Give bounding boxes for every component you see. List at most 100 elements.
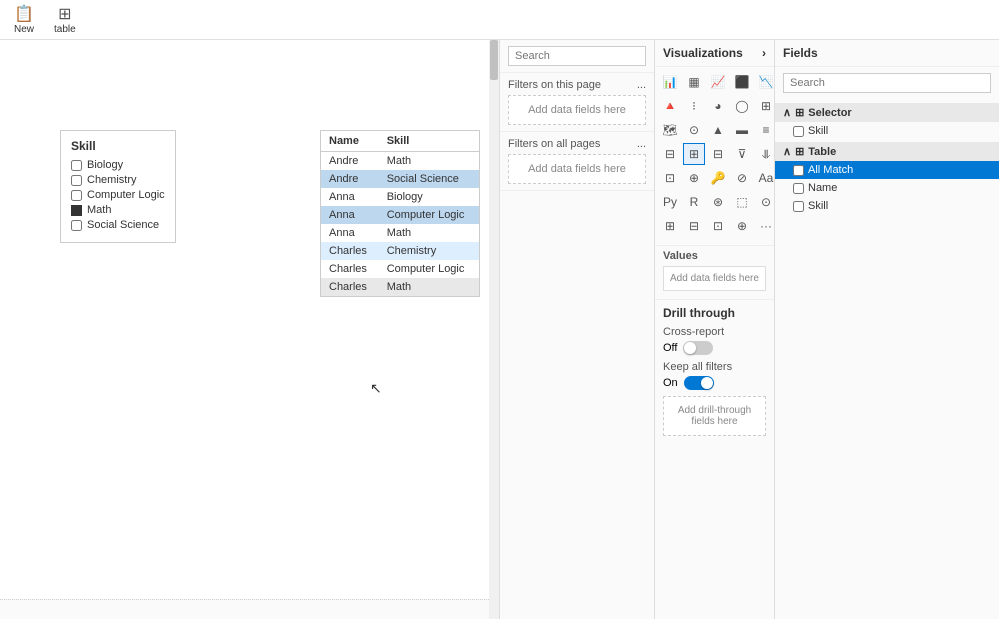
table-row: Anna Math bbox=[321, 224, 479, 242]
filters-on-page-drop-zone[interactable]: Add data fields here bbox=[508, 95, 646, 125]
viz-icon-slicer[interactable]: ⊟ bbox=[659, 143, 681, 165]
canvas-bottom-border bbox=[0, 599, 499, 619]
table-row: Andre Social Science bbox=[321, 170, 479, 188]
name-label: Name bbox=[808, 182, 837, 194]
viz-icon-pie[interactable]: ◕ bbox=[707, 95, 729, 117]
viz-icon-dots[interactable]: ··· bbox=[755, 215, 775, 237]
scrollbar-thumb[interactable] bbox=[490, 40, 498, 80]
viz-icon-scatter[interactable]: ⁝ bbox=[683, 95, 705, 117]
table-row: Charles Chemistry bbox=[321, 242, 479, 260]
viz-icon-ribbon[interactable]: ⊡ bbox=[659, 167, 681, 189]
canvas-scrollbar[interactable] bbox=[489, 40, 499, 619]
viz-icon-table[interactable]: ⊞ bbox=[683, 143, 705, 165]
viz-icon-r[interactable]: R bbox=[683, 191, 705, 213]
keep-all-filters-toggle[interactable] bbox=[684, 376, 714, 390]
slicer-checked-math bbox=[71, 205, 82, 216]
viz-icon-matrix[interactable]: ⊟ bbox=[707, 143, 729, 165]
fields-item-table-skill[interactable]: Skill bbox=[775, 197, 999, 215]
viz-icon-area[interactable]: 🔺 bbox=[659, 95, 681, 117]
cell-name: Charles bbox=[321, 278, 379, 296]
viz-icon-decomp-tree[interactable]: ⊕ bbox=[683, 167, 705, 189]
filters-on-page-dots[interactable]: ... bbox=[637, 79, 646, 91]
table-row: Charles Math bbox=[321, 278, 479, 296]
cell-skill: Math bbox=[379, 278, 479, 296]
fields-search-wrap bbox=[775, 67, 999, 99]
filters-on-page-title: Filters on this page ... bbox=[508, 79, 646, 91]
viz-icons-grid: 📊 ▦ 📈 ⬛ 📉 🔺 ⁝ ◕ ◯ ⊞ 🗺 ⊙ ▲ ▬ ≡ ⊟ ⊞ ⊟ ⊽ ⥥ bbox=[655, 67, 774, 241]
viz-icon-funnel[interactable]: ⊽ bbox=[731, 143, 753, 165]
selector-group-label: Selector bbox=[808, 107, 851, 119]
fields-item-name[interactable]: Name bbox=[775, 179, 999, 197]
all-match-label: All Match bbox=[808, 164, 853, 176]
cross-report-toggle[interactable] bbox=[683, 341, 713, 355]
viz-icon-custom6[interactable]: ⊟ bbox=[683, 215, 705, 237]
viz-icon-stacked-column[interactable]: ⬛ bbox=[731, 71, 753, 93]
keep-all-filters-label: Keep all filters bbox=[663, 361, 766, 373]
viz-icon-custom7[interactable]: ⊡ bbox=[707, 215, 729, 237]
new-icon: 📋 bbox=[14, 4, 34, 24]
viz-icon-column[interactable]: 📈 bbox=[707, 71, 729, 93]
viz-icon-bar-chart[interactable]: 📊 bbox=[659, 71, 681, 93]
fields-tree: ∧ ⊞ Selector Skill ∧ ⊞ Table bbox=[775, 99, 999, 221]
drill-through-title: Drill through bbox=[663, 306, 766, 320]
viz-icon-waterfall[interactable]: ⥥ bbox=[755, 143, 775, 165]
viz-icon-map[interactable]: 🗺 bbox=[659, 119, 681, 141]
slicer-checkbox-biology[interactable] bbox=[71, 160, 82, 171]
viz-icon-custom8[interactable]: ⊕ bbox=[731, 215, 753, 237]
canvas-inner: Skill Biology Chemistry Computer Logic M… bbox=[0, 40, 499, 599]
all-match-checkbox[interactable] bbox=[793, 165, 804, 176]
viz-icon-py[interactable]: Py bbox=[659, 191, 681, 213]
fields-group-table-header[interactable]: ∧ ⊞ Table bbox=[775, 142, 999, 161]
new-label: New bbox=[14, 24, 34, 35]
slicer-item-computer-logic[interactable]: Computer Logic bbox=[71, 189, 165, 201]
slicer-checkbox-computer-logic[interactable] bbox=[71, 190, 82, 201]
viz-icon-custom2[interactable]: ⊛ bbox=[707, 191, 729, 213]
viz-icon-custom4[interactable]: ⊙ bbox=[755, 191, 775, 213]
visualizations-chevron[interactable]: › bbox=[762, 46, 766, 60]
viz-icon-multi-row-card[interactable]: ≡ bbox=[755, 119, 775, 141]
canvas[interactable]: Skill Biology Chemistry Computer Logic M… bbox=[0, 40, 500, 619]
drill-through-add-zone[interactable]: Add drill-through fields here bbox=[663, 396, 766, 436]
slicer-item-math[interactable]: Math bbox=[71, 204, 165, 216]
fields-item-all-match[interactable]: All Match bbox=[775, 161, 999, 179]
filters-all-pages-drop-zone[interactable]: Add data fields here bbox=[508, 154, 646, 184]
table-button[interactable]: ⊞ table bbox=[48, 0, 82, 39]
viz-icon-custom1[interactable]: Aa bbox=[755, 167, 775, 189]
fields-group-selector-header[interactable]: ∧ ⊞ Selector bbox=[775, 103, 999, 122]
cell-skill: Computer Logic bbox=[379, 260, 479, 278]
table-skill-checkbox[interactable] bbox=[793, 201, 804, 212]
viz-icon-treemap[interactable]: ⊞ bbox=[755, 95, 775, 117]
fields-item-selector-skill[interactable]: Skill bbox=[775, 122, 999, 140]
fields-search-input[interactable] bbox=[783, 73, 991, 93]
slicer-item-chemistry[interactable]: Chemistry bbox=[71, 174, 165, 186]
slicer-label-biology: Biology bbox=[87, 159, 123, 171]
viz-icon-custom3[interactable]: ⬚ bbox=[731, 191, 753, 213]
table-row: Andre Math bbox=[321, 152, 479, 171]
viz-icon-card[interactable]: ▬ bbox=[731, 119, 753, 141]
slicer-item-social-science[interactable]: Social Science bbox=[71, 219, 165, 231]
filters-search-input[interactable] bbox=[508, 46, 646, 66]
viz-icon-line[interactable]: 📉 bbox=[755, 71, 775, 93]
viz-icon-donut[interactable]: ◯ bbox=[731, 95, 753, 117]
new-button[interactable]: 📋 New bbox=[8, 0, 40, 39]
slicer-checkbox-social-science[interactable] bbox=[71, 220, 82, 231]
slicer-item-biology[interactable]: Biology bbox=[71, 159, 165, 171]
viz-icon-stacked-bar[interactable]: ▦ bbox=[683, 71, 705, 93]
values-drop-zone[interactable]: Add data fields here bbox=[663, 266, 766, 291]
name-checkbox[interactable] bbox=[793, 183, 804, 194]
selector-skill-checkbox[interactable] bbox=[793, 126, 804, 137]
keep-all-filters-toggle-row: On bbox=[663, 376, 766, 390]
viz-icon-gauge[interactable]: ⊙ bbox=[683, 119, 705, 141]
viz-icon-key-influencers[interactable]: 🔑 bbox=[707, 167, 729, 189]
cell-skill: Social Science bbox=[379, 170, 479, 188]
visualizations-title: Visualizations bbox=[663, 46, 743, 60]
toggle-knob-on bbox=[701, 377, 713, 389]
viz-icon-custom5[interactable]: ⊞ bbox=[659, 215, 681, 237]
keep-all-filters-state: On bbox=[663, 377, 678, 389]
cell-name: Andre bbox=[321, 170, 379, 188]
slicer-checkbox-chemistry[interactable] bbox=[71, 175, 82, 186]
viz-icon-kpi[interactable]: ▲ bbox=[707, 119, 729, 141]
fields-panel-header: Fields bbox=[775, 40, 999, 67]
filters-all-pages-dots[interactable]: ... bbox=[637, 138, 646, 150]
viz-icon-shape-map[interactable]: ⊘ bbox=[731, 167, 753, 189]
